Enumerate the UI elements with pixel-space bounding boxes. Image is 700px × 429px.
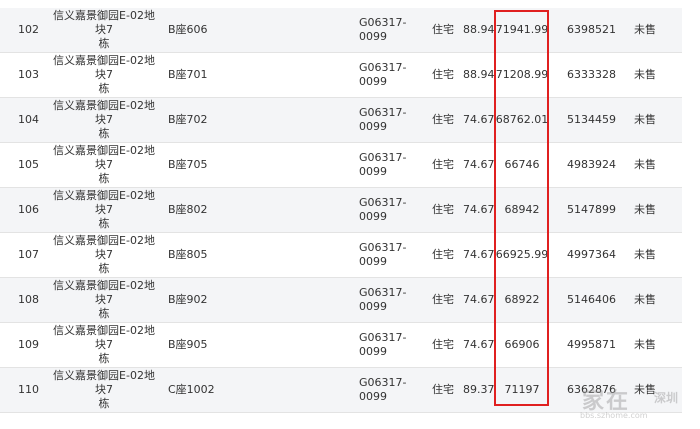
total-price: 4995871 [567, 338, 616, 351]
unit-price: 66906 [504, 338, 540, 351]
total-price: 5147899 [567, 203, 616, 216]
usage-type: 住宅 [432, 203, 454, 216]
project-name: 信义嘉景御园E-02地块7 栋 [53, 144, 155, 185]
usage-type: 住宅 [432, 23, 454, 36]
unit-price: 68762.01 [495, 113, 549, 126]
unit-price: 66746 [504, 158, 540, 171]
unit-price: 68942 [504, 203, 540, 216]
floor-area: 74.67 [463, 248, 495, 261]
permit-number: G06317-0099 [359, 241, 407, 268]
total-price: 6398521 [567, 23, 616, 36]
floor-area: 74.67 [463, 338, 495, 351]
sale-status: 未售 [634, 203, 656, 216]
row-index: 105 [18, 158, 39, 171]
unit-price: 71197 [504, 383, 540, 396]
usage-type: 住宅 [432, 68, 454, 81]
unit-price: 71208.99 [495, 68, 549, 81]
permit-number: G06317-0099 [359, 196, 407, 223]
table-row[interactable]: 110 信义嘉景御园E-02地块7 栋 C座1002 G06317-0099 住宅… [0, 368, 682, 413]
row-index: 104 [18, 113, 39, 126]
usage-type: 住宅 [432, 158, 454, 171]
project-name: 信义嘉景御园E-02地块7 栋 [53, 189, 155, 230]
table-row[interactable]: 107 信义嘉景御园E-02地块7 栋 B座805 G06317-0099 住宅 … [0, 233, 682, 278]
project-name: 信义嘉景御园E-02地块7 栋 [53, 324, 155, 365]
permit-number: G06317-0099 [359, 16, 407, 43]
usage-type: 住宅 [432, 338, 454, 351]
floor-area: 89.37 [463, 383, 495, 396]
row-index: 107 [18, 248, 39, 261]
permit-number: G06317-0099 [359, 286, 407, 313]
project-name: 信义嘉景御园E-02地块7 栋 [53, 234, 155, 275]
permit-number: G06317-0099 [359, 61, 407, 88]
project-name: 信义嘉景御园E-02地块7 栋 [53, 54, 155, 95]
row-index: 109 [18, 338, 39, 351]
unit-price: 68922 [504, 293, 540, 306]
table-row[interactable]: 108 信义嘉景御园E-02地块7 栋 B座902 G06317-0099 住宅 … [0, 278, 682, 323]
table-row[interactable]: 109 信义嘉景御园E-02地块7 栋 B座905 G06317-0099 住宅 … [0, 323, 682, 368]
row-index: 102 [18, 23, 39, 36]
listing-table: 102 信义嘉景御园E-02地块7 栋 B座606 G06317-0099 住宅 … [0, 8, 682, 413]
total-price: 5134459 [567, 113, 616, 126]
unit-price: 71941.99 [495, 23, 549, 36]
sale-status: 未售 [634, 293, 656, 306]
room-number: B座701 [168, 68, 208, 81]
sale-status: 未售 [634, 23, 656, 36]
permit-number: G06317-0099 [359, 151, 407, 178]
room-number: B座702 [168, 113, 208, 126]
total-price: 5146406 [567, 293, 616, 306]
permit-number: G06317-0099 [359, 331, 407, 358]
floor-area: 74.67 [463, 203, 495, 216]
usage-type: 住宅 [432, 383, 454, 396]
sale-status: 未售 [634, 68, 656, 81]
sale-status: 未售 [634, 248, 656, 261]
total-price: 4983924 [567, 158, 616, 171]
sale-status: 未售 [634, 158, 656, 171]
project-name: 信义嘉景御园E-02地块7 栋 [53, 279, 155, 320]
table-row[interactable]: 106 信义嘉景御园E-02地块7 栋 B座802 G06317-0099 住宅 … [0, 188, 682, 233]
unit-price: 66925.99 [495, 248, 549, 261]
table-row[interactable]: 102 信义嘉景御园E-02地块7 栋 B座606 G06317-0099 住宅 … [0, 8, 682, 53]
project-name: 信义嘉景御园E-02地块7 栋 [53, 9, 155, 50]
total-price: 6333328 [567, 68, 616, 81]
room-number: B座606 [168, 23, 208, 36]
room-number: B座905 [168, 338, 208, 351]
room-number: B座802 [168, 203, 208, 216]
table-row[interactable]: 105 信义嘉景御园E-02地块7 栋 B座705 G06317-0099 住宅 … [0, 143, 682, 188]
floor-area: 74.67 [463, 113, 495, 126]
sale-status: 未售 [634, 338, 656, 351]
row-index: 108 [18, 293, 39, 306]
usage-type: 住宅 [432, 113, 454, 126]
sale-status: 未售 [634, 383, 656, 396]
row-index: 110 [18, 383, 39, 396]
floor-area: 88.94 [463, 23, 495, 36]
room-number: C座1002 [168, 383, 215, 396]
table-row[interactable]: 104 信义嘉景御园E-02地块7 栋 B座702 G06317-0099 住宅 … [0, 98, 682, 143]
room-number: B座805 [168, 248, 208, 261]
project-name: 信义嘉景御园E-02地块7 栋 [53, 99, 155, 140]
row-index: 103 [18, 68, 39, 81]
floor-area: 74.67 [463, 293, 495, 306]
sale-status: 未售 [634, 113, 656, 126]
total-price: 6362876 [567, 383, 616, 396]
usage-type: 住宅 [432, 293, 454, 306]
room-number: B座902 [168, 293, 208, 306]
room-number: B座705 [168, 158, 208, 171]
floor-area: 88.94 [463, 68, 495, 81]
total-price: 4997364 [567, 248, 616, 261]
permit-number: G06317-0099 [359, 106, 407, 133]
row-index: 106 [18, 203, 39, 216]
project-name: 信义嘉景御园E-02地块7 栋 [53, 369, 155, 410]
floor-area: 74.67 [463, 158, 495, 171]
table-row[interactable]: 103 信义嘉景御园E-02地块7 栋 B座701 G06317-0099 住宅 … [0, 53, 682, 98]
permit-number: G06317-0099 [359, 376, 407, 403]
usage-type: 住宅 [432, 248, 454, 261]
